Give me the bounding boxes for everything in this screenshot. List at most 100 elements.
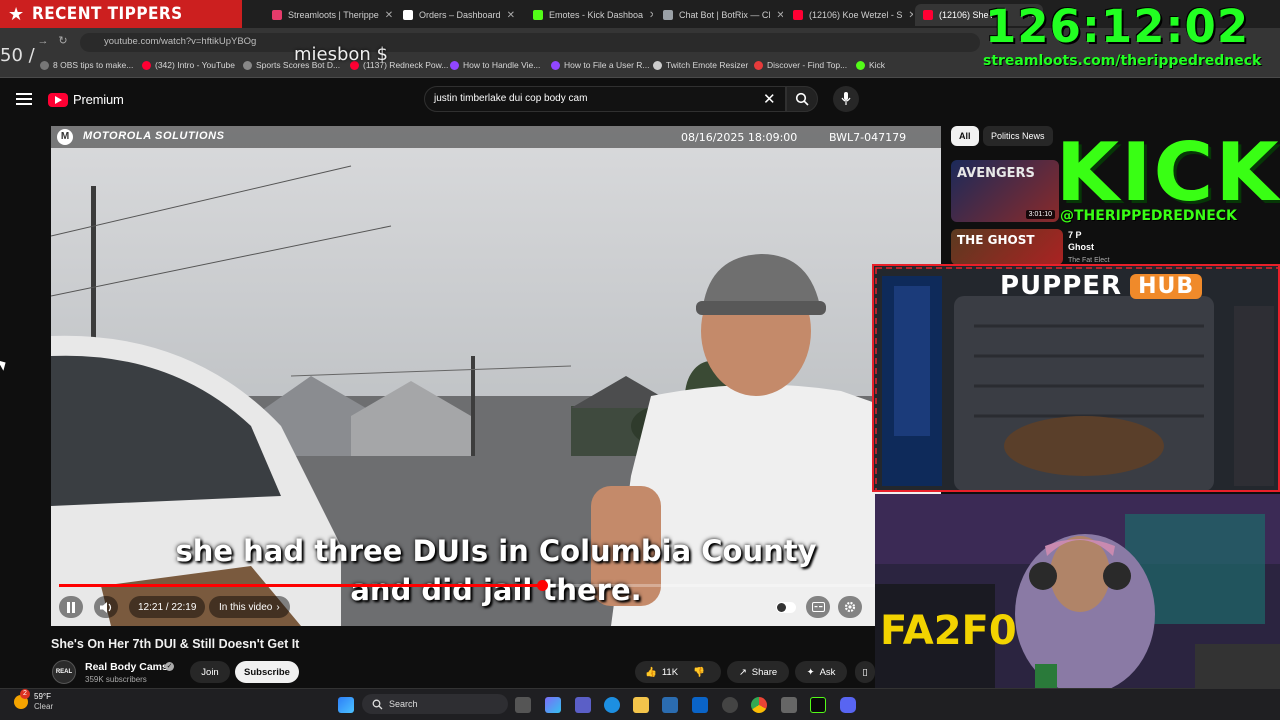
rec-channel-2: The Fat Elect — [1068, 257, 1110, 264]
teams-icon[interactable] — [575, 697, 591, 713]
bookmark-label: Kick — [869, 60, 886, 70]
verified-icon: ✓ — [165, 662, 174, 671]
tab-favicon-icon — [533, 10, 543, 20]
thumbnail-text-2: THE GHOST — [957, 233, 1035, 247]
thumbs-down-icon[interactable]: 👎 — [693, 667, 705, 678]
chip-all-label: All — [959, 131, 971, 141]
captions-icon — [811, 602, 825, 612]
share-button[interactable]: ↗ Share — [727, 661, 789, 683]
weather-temp: 59°F — [34, 692, 51, 701]
bookmark-item[interactable]: How to Handle Vie... — [450, 60, 540, 70]
outlook-icon[interactable] — [692, 697, 708, 713]
bookmark-item[interactable]: (342) Intro - YouTube — [142, 60, 235, 70]
duration-badge: 3:01:10 — [1025, 210, 1055, 219]
store-icon[interactable] — [662, 697, 678, 713]
obs-icon[interactable] — [722, 697, 738, 713]
search-button[interactable] — [786, 86, 818, 112]
edge-icon[interactable] — [604, 697, 620, 713]
copilot-icon[interactable] — [545, 697, 561, 713]
tipper-name: miesbon $ — [294, 44, 389, 65]
terminal-icon[interactable] — [810, 697, 826, 713]
weather-widget[interactable]: 2 59°F Clear — [14, 689, 53, 712]
bookmark-item[interactable]: Kick — [856, 60, 885, 70]
forward-icon[interactable]: → — [36, 34, 50, 48]
ask-button[interactable]: ✦ Ask — [795, 661, 847, 683]
channel-name[interactable]: Real Body Cams — [85, 661, 168, 673]
recommendation-title-2[interactable]: 7 P Ghost — [1068, 229, 1094, 253]
chapter-button[interactable]: In this video › — [209, 596, 290, 618]
browser-tab[interactable]: Streamloots | Therippe ✕ — [264, 4, 392, 26]
channel-avatar[interactable]: REAL — [52, 660, 76, 684]
browser-tab[interactable]: Emotes - Kick Dashboa ✕ — [525, 4, 653, 26]
pause-button[interactable] — [59, 596, 83, 618]
tab-close-icon[interactable]: ✕ — [649, 10, 653, 21]
save-button[interactable]: ▯ — [855, 661, 875, 683]
bookmark-item[interactable]: How to File a User R... — [551, 60, 650, 70]
volume-icon — [99, 601, 111, 613]
recent-tippers-banner: ★ RECENT TIPPERS — [0, 0, 242, 28]
chip-politics-news[interactable]: Politics News — [983, 126, 1053, 146]
voice-search-button[interactable] — [833, 86, 859, 112]
reload-icon[interactable]: ↻ — [56, 34, 70, 48]
hub-badge: HUB — [1130, 273, 1203, 299]
settings-button[interactable] — [838, 596, 862, 618]
streamloots-url: streamloots.com/therippedredneck — [983, 53, 1262, 69]
chevron-right-icon: › — [276, 601, 280, 613]
app-icon[interactable] — [781, 697, 797, 713]
volume-button[interactable] — [94, 596, 118, 618]
chip-all[interactable]: All — [951, 126, 979, 146]
tab-close-icon[interactable]: ✕ — [776, 10, 783, 21]
clear-search-icon[interactable]: ✕ — [763, 90, 776, 108]
tab-close-icon[interactable]: ✕ — [385, 10, 392, 21]
screen: Streamloots | Therippe ✕ Orders – Dashboar… — [0, 0, 1280, 720]
bookmark-label: Twitch Emote Resizer — [666, 60, 749, 70]
autoplay-toggle[interactable] — [776, 602, 796, 613]
wall-sign-art: FA2F0 — [880, 608, 1017, 654]
bookmark-item[interactable]: 8 OBS tips to make... — [40, 60, 133, 70]
captions-button[interactable] — [806, 596, 830, 618]
tip-count: 50 / — [0, 45, 35, 66]
windows-start-icon[interactable] — [338, 697, 354, 713]
recommendation-thumbnail-2[interactable]: THE GHOST — [951, 229, 1063, 265]
recent-tippers-label: RECENT TIPPERS — [32, 4, 183, 24]
taskbar-search[interactable]: Search — [362, 694, 508, 714]
recommendation-thumbnail-1[interactable]: AVENGERS 3:01:10 — [951, 160, 1059, 222]
menu-icon[interactable] — [16, 93, 32, 105]
bookmark-item[interactable]: Discover - Find Top... — [754, 60, 847, 70]
like-count: 11K — [661, 666, 679, 678]
chrome-icon[interactable] — [751, 697, 767, 713]
motorola-logo-icon: M — [57, 129, 73, 145]
like-button[interactable]: 👍 11K 👎 — [635, 661, 721, 683]
bookmark-favicon-icon — [551, 60, 560, 70]
bookmark-item[interactable]: Twitch Emote Resizer — [653, 60, 748, 70]
sparkle-icon: ✦ — [806, 666, 815, 678]
url-text: youtube.com/watch?v=hftikUpYBOg — [104, 36, 257, 47]
bookmark-label: How to File a User R... — [564, 60, 650, 70]
star-icon: ★ — [8, 3, 25, 24]
streamer-webcam: FA2F0 — [875, 494, 1280, 720]
tab-close-icon[interactable]: ✕ — [507, 10, 515, 21]
discord-icon[interactable] — [840, 697, 856, 713]
join-button[interactable]: Join — [190, 661, 230, 683]
bookmark-icon: ▯ — [862, 666, 868, 678]
tab-label: Emotes - Kick Dashboa — [549, 10, 644, 20]
ask-label: Ask — [819, 666, 836, 678]
youtube-logo[interactable]: Premium — [48, 92, 124, 107]
pause-icon — [67, 601, 75, 613]
rec-title-line-2: Ghost — [1068, 242, 1094, 252]
tab-close-icon[interactable]: ✕ — [908, 10, 913, 21]
thumbs-up-icon: 👍 — [645, 666, 657, 678]
subscribe-button[interactable]: Subscribe — [235, 661, 299, 683]
bodycam-brand: MOTOROLA SOLUTIONS — [83, 130, 225, 142]
bookmark-favicon-icon — [653, 60, 662, 70]
tab-label: (12106) Koe Wetzel - S — [809, 10, 903, 20]
browser-tab[interactable]: (12106) Koe Wetzel - S ✕ — [785, 4, 913, 26]
video-player[interactable]: M MOTOROLA SOLUTIONS 08/16/2025 18:09:00… — [51, 126, 941, 626]
taskbar-search-label: Search — [389, 699, 418, 709]
video-title: She's On Her 7th DUI & Still Doesn't Get… — [51, 637, 300, 651]
browser-tab[interactable]: Chat Bot | BotRix — Cl ✕ — [655, 4, 783, 26]
file-explorer-icon[interactable] — [633, 697, 649, 713]
pupper-word: PUPPER — [1000, 271, 1123, 301]
browser-tab[interactable]: Orders – Dashboard ✕ — [395, 4, 523, 26]
task-view-icon[interactable] — [515, 697, 531, 713]
